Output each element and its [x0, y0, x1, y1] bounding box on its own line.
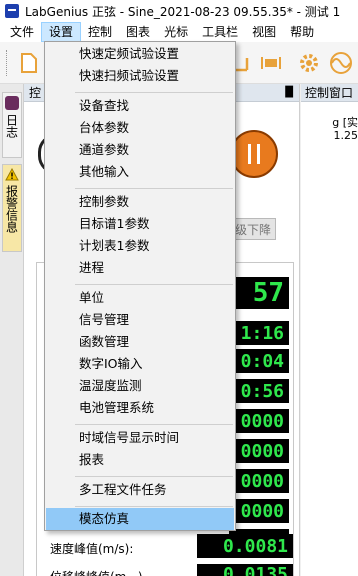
menu-settings[interactable]: 设置 [41, 22, 82, 42]
readout-frequency: 57 [229, 277, 289, 309]
log-tab-label: 日志 [4, 114, 19, 138]
menu-item-time-signal-display[interactable]: 时域信号显示时间 [46, 427, 234, 449]
readout-value-6: 0000 [229, 469, 289, 493]
menu-item-schedule[interactable]: 计划表1参数 [46, 235, 234, 257]
step-down-button[interactable]: 级下降 [230, 218, 276, 240]
alarm-tab-label: 报警信息 [4, 185, 19, 233]
menu-item-temp-humidity[interactable]: 温湿度监测 [46, 375, 234, 397]
toolbar-grip[interactable] [6, 50, 9, 76]
readout-value-5: 0000 [229, 439, 289, 463]
menu-separator [75, 92, 233, 93]
menu-item-modal-simulation[interactable]: 模态仿真 [46, 508, 234, 530]
menu-bar: 文件 设置 控制 图表 光标 工具栏 视图 帮助 [0, 22, 358, 42]
velocity-peak-label: 速度峰值(m/s): [50, 542, 134, 556]
log-tab[interactable]: 日志 [2, 92, 22, 158]
menu-item-multi-project[interactable]: 多工程文件任务 [46, 479, 234, 501]
menu-item-battery-management[interactable]: 电池管理系统 [46, 397, 234, 419]
readout-elapsed-time: 1:16 [229, 321, 289, 345]
pause-button[interactable] [230, 130, 278, 178]
displacement-label: 位移峰峰值(m...) [50, 568, 143, 576]
menu-separator [75, 476, 233, 477]
settings-dropdown-menu: 快速定频试验设置 快速扫频试验设置 设备查找 台体参数 通道参数 其他输入 控制… [44, 41, 236, 531]
menu-item-report[interactable]: 报表 [46, 449, 234, 471]
menu-item-units[interactable]: 单位 [46, 287, 234, 309]
menu-item-shaker-params[interactable]: 台体参数 [46, 117, 234, 139]
new-file-icon[interactable] [16, 50, 42, 76]
app-logo-icon [5, 4, 19, 18]
control-window-unit: g [实 [332, 116, 358, 129]
menu-separator [75, 424, 233, 425]
menu-item-signal-management[interactable]: 信号管理 [46, 309, 234, 331]
window-title: LabGenius 正弦 - Sine_2021-08-23 09.55.35*… [25, 4, 341, 19]
menu-toolbar[interactable]: 工具栏 [195, 22, 245, 42]
control-window-value: 1.25 [333, 129, 358, 142]
readout-sweep-time: 0:56 [229, 379, 289, 403]
left-dock: 日志 报警信息 [0, 84, 24, 576]
menu-item-quick-sweep[interactable]: 快速扫频试验设置 [46, 65, 234, 87]
menu-item-channel-params[interactable]: 通道参数 [46, 139, 234, 161]
pin-icon[interactable]: █ [285, 87, 293, 98]
title-bar: LabGenius 正弦 - Sine_2021-08-23 09.55.35*… [0, 0, 358, 22]
control-panel-title: 控 [29, 86, 42, 100]
pause-icon [248, 144, 251, 164]
menu-item-function-management[interactable]: 函数管理 [46, 331, 234, 353]
log-icon [5, 96, 19, 110]
warning-icon [5, 168, 19, 181]
menu-item-digital-io[interactable]: 数字IO输入 [46, 353, 234, 375]
readout-remaining-time: 0:04 [229, 349, 289, 373]
menu-separator [75, 284, 233, 285]
menu-item-target-spectrum[interactable]: 目标谱1参数 [46, 213, 234, 235]
control-window-header: 控制窗口 [301, 84, 358, 102]
menu-chart[interactable]: 图表 [119, 22, 157, 42]
menu-item-control-params[interactable]: 控制参数 [46, 191, 234, 213]
menu-view[interactable]: 视图 [245, 22, 283, 42]
readout-value-4: 0000 [229, 409, 289, 433]
menu-file[interactable]: 文件 [0, 22, 41, 42]
alarm-tab[interactable]: 报警信息 [2, 164, 22, 252]
channel-icon[interactable] [258, 50, 284, 76]
readout-velocity-peak: 0.0081 [197, 534, 293, 558]
menu-cursor[interactable]: 光标 [157, 22, 195, 42]
menu-item-process[interactable]: 进程 [46, 257, 234, 279]
menu-item-device-search[interactable]: 设备查找 [46, 95, 234, 117]
control-window-panel: 控制窗口 g [实 1.25 [301, 84, 358, 576]
sine-wave-icon[interactable] [328, 50, 354, 76]
menu-separator [75, 506, 233, 507]
gear-icon[interactable] [296, 50, 322, 76]
menu-item-other-inputs[interactable]: 其他输入 [46, 161, 234, 183]
menu-item-quick-fixed-frequency[interactable]: 快速定频试验设置 [46, 43, 234, 65]
readout-value-7: 0000 [229, 499, 289, 523]
readout-displacement: 0.0135 [197, 564, 293, 576]
menu-control[interactable]: 控制 [81, 22, 119, 42]
menu-help[interactable]: 帮助 [283, 22, 321, 42]
menu-separator [75, 188, 233, 189]
